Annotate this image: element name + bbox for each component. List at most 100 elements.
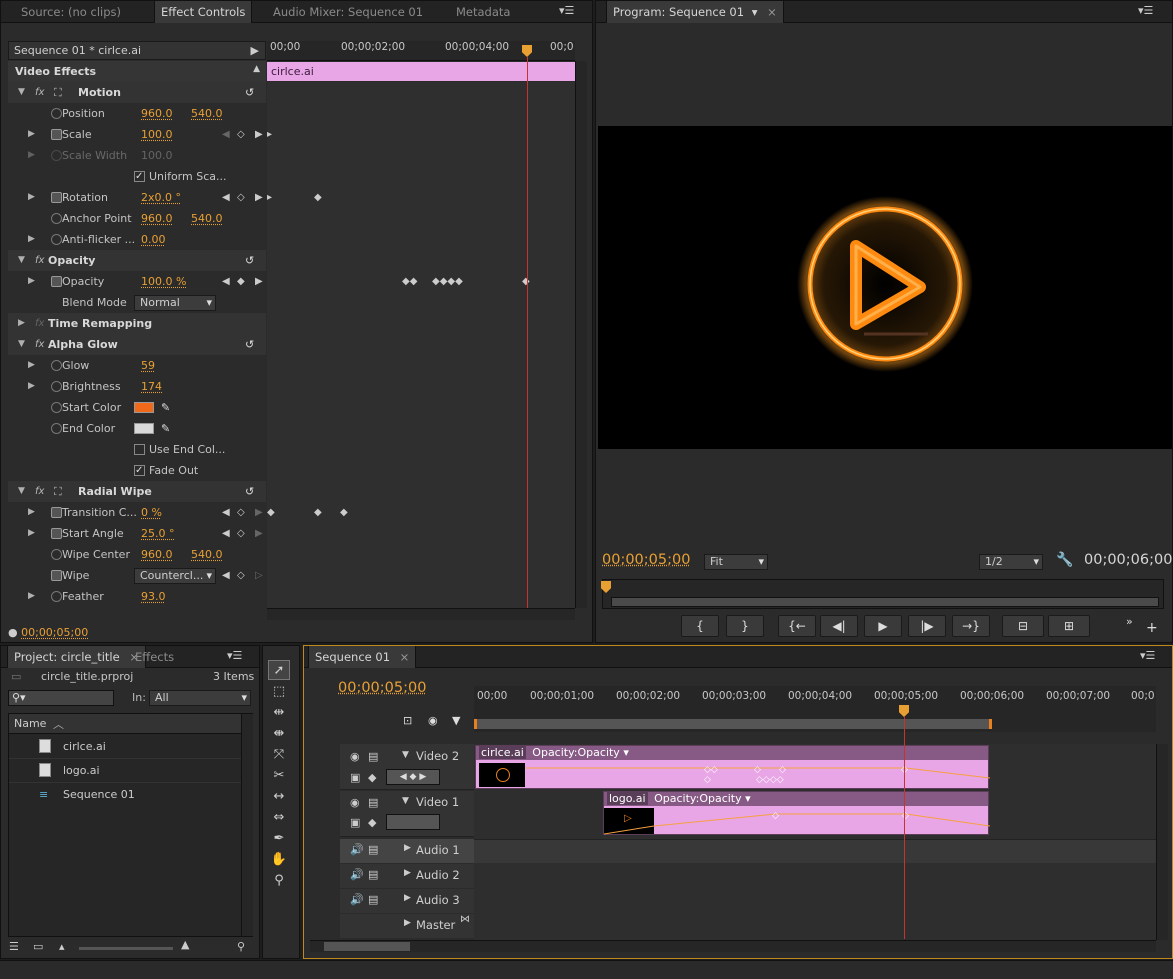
dropdown-icon[interactable]: ▾ (623, 746, 629, 759)
zoom-out-icon[interactable]: ▴ (59, 940, 65, 953)
panel-menu-icon[interactable]: ▾☰ (227, 650, 242, 662)
add-marker-icon[interactable]: ◉ (428, 714, 438, 727)
lift-button[interactable]: ⊟ (1002, 615, 1044, 637)
zoom-in-icon[interactable]: ▲ (181, 938, 189, 951)
tab-effects[interactable]: Effects (129, 646, 180, 668)
add-keyframe-icon[interactable]: ◇ (237, 565, 245, 586)
keyframe-marker[interactable]: ◆ (314, 192, 322, 203)
stopwatch-icon[interactable] (51, 360, 62, 371)
mark-in-button[interactable]: { (681, 615, 719, 637)
vertical-scrollbar[interactable] (241, 714, 253, 936)
twirl-down-icon[interactable]: ▼ (18, 481, 25, 502)
hand-tool-icon[interactable]: ✋ (268, 850, 290, 870)
stopwatch-icon[interactable] (51, 234, 62, 245)
next-keyframe-icon[interactable]: ▶ (255, 502, 263, 523)
effect-timecode-value[interactable]: 00;00;05;00 (21, 626, 88, 639)
checkbox-checked[interactable]: ✓ (134, 171, 145, 182)
add-keyframe-icon[interactable]: ◆ (237, 271, 245, 292)
play-triangle-icon[interactable]: ▶ (251, 44, 259, 57)
expand-right-icon[interactable]: ▶ (404, 843, 411, 853)
keyframe-marker[interactable]: ◆ (267, 507, 275, 518)
value[interactable]: 174 (141, 376, 162, 397)
eyedropper-icon[interactable]: ✎ (161, 418, 170, 439)
stopwatch-icon[interactable] (51, 381, 62, 392)
motion-group[interactable]: ▼ fx ⛶ Motion ↺ (8, 82, 266, 103)
stopwatch-icon[interactable] (51, 570, 62, 581)
next-keyframe-icon[interactable]: ▷ (255, 565, 263, 586)
twirl-right-icon[interactable]: ▶ (28, 271, 35, 292)
zoom-scrollbar[interactable] (611, 597, 1159, 607)
rolling-edit-tool-icon[interactable]: ⇼ (268, 724, 290, 744)
stopwatch-icon[interactable] (51, 402, 62, 413)
resolution-dropdown[interactable]: 1/2 (979, 554, 1043, 570)
value[interactable]: 93.0 (141, 586, 166, 607)
value-x[interactable]: 960.0 (141, 103, 173, 124)
collapse-up-icon[interactable]: ▲ (253, 64, 260, 74)
twirl-right-icon[interactable]: ▶ (28, 229, 35, 250)
keyframe-marker[interactable]: ▸ (267, 192, 272, 203)
dropdown-icon[interactable]: ▾ (745, 792, 751, 805)
value-y[interactable]: 540.0 (191, 103, 223, 124)
value-y[interactable]: 540.0 (191, 208, 223, 229)
stopwatch-icon[interactable] (51, 528, 62, 539)
list-item[interactable]: cirlce.ai (9, 735, 241, 759)
start-color-swatch[interactable] (134, 402, 154, 413)
tab-source[interactable]: Source: (no clips) (15, 1, 127, 23)
keyframe-marker[interactable]: ▸ (267, 129, 272, 140)
add-keyframe-icon[interactable]: ◇ (237, 502, 245, 523)
keyframe-nav-buttons[interactable]: ◀ ◆ ▶ (386, 769, 440, 785)
collapse-down-icon[interactable]: ▼ (402, 796, 409, 806)
lock-track-icon[interactable]: ▤ (368, 750, 378, 763)
snap-icon[interactable]: ⊡ (403, 714, 412, 727)
add-keyframe-icon[interactable]: ◇ (237, 523, 245, 544)
extract-button[interactable]: ⊞ (1048, 615, 1090, 637)
twirl-down-icon[interactable]: ▼ (18, 334, 25, 355)
value[interactable]: 2x0.0 ° (141, 187, 181, 208)
stopwatch-icon[interactable] (51, 213, 62, 224)
opacity-group[interactable]: ▼ fx Opacity ↺ (8, 250, 266, 271)
fit-dropdown[interactable]: Fit (704, 554, 768, 570)
dropdown-icon[interactable]: ▾ (752, 5, 758, 19)
opacity-rubber-band[interactable]: ◇ ◇ (604, 806, 990, 836)
tab-effect-controls[interactable]: Effect Controls (154, 1, 253, 23)
stopwatch-icon[interactable] (51, 423, 62, 434)
checkbox-unchecked[interactable] (134, 444, 145, 455)
panel-menu-icon[interactable]: ▾☰ (1138, 5, 1153, 17)
value-y[interactable]: 540.0 (191, 544, 223, 565)
value[interactable]: 100.0 % (141, 271, 186, 292)
prev-keyframe-icon[interactable]: ◀ (222, 565, 230, 586)
prev-keyframe-icon[interactable]: ◀ (222, 271, 230, 292)
tab-audio-mixer[interactable]: Audio Mixer: Sequence 01 (267, 1, 429, 23)
speaker-icon[interactable]: 🔊 (350, 893, 364, 906)
twirl-right-icon[interactable]: ▶ (28, 355, 35, 376)
close-icon[interactable]: × (767, 5, 777, 19)
zoom-slider[interactable] (79, 947, 173, 950)
twirl-down-icon[interactable]: ▼ (18, 250, 25, 271)
twirl-right-icon[interactable]: ▶ (28, 124, 35, 145)
wipe-direction-dropdown[interactable]: Countercl... (134, 568, 216, 584)
panel-menu-icon[interactable]: ▾☰ (1140, 650, 1155, 662)
twirl-right-icon[interactable]: ▶ (28, 586, 35, 607)
effect-timecode[interactable]: ● 00;00;05;00 (8, 626, 88, 639)
collapse-down-icon[interactable]: ▼ (402, 750, 409, 760)
keyframe-area[interactable] (267, 82, 575, 608)
wrench-icon[interactable]: 🔧 (1056, 552, 1073, 568)
eyedropper-icon[interactable]: ✎ (161, 397, 170, 418)
keyframe-marker[interactable]: ◆ (522, 276, 530, 287)
close-icon[interactable]: × (400, 650, 410, 664)
stopwatch-icon[interactable] (51, 192, 62, 203)
checkbox-checked[interactable]: ✓ (134, 465, 145, 476)
horizontal-scrollbar[interactable] (310, 940, 1156, 952)
value-x[interactable]: 960.0 (141, 208, 173, 229)
blend-mode-dropdown[interactable]: Normal (134, 295, 216, 311)
ripple-edit-tool-icon[interactable]: ⇹ (268, 703, 290, 723)
marker-icon[interactable]: ▼ (452, 714, 460, 727)
speaker-icon[interactable]: 🔊 (350, 868, 364, 881)
slip-tool-icon[interactable]: ↔ (268, 787, 290, 807)
keyframe-marker[interactable]: ◆ (340, 507, 348, 518)
time-remapping-group[interactable]: ▶ fx Time Remapping (8, 313, 266, 334)
add-keyframe-icon[interactable]: ◇ (237, 124, 245, 145)
tab-sequence[interactable]: Sequence 01 × (308, 646, 417, 668)
step-back-button[interactable]: ◀| (820, 615, 858, 637)
stopwatch-icon[interactable] (51, 129, 62, 140)
